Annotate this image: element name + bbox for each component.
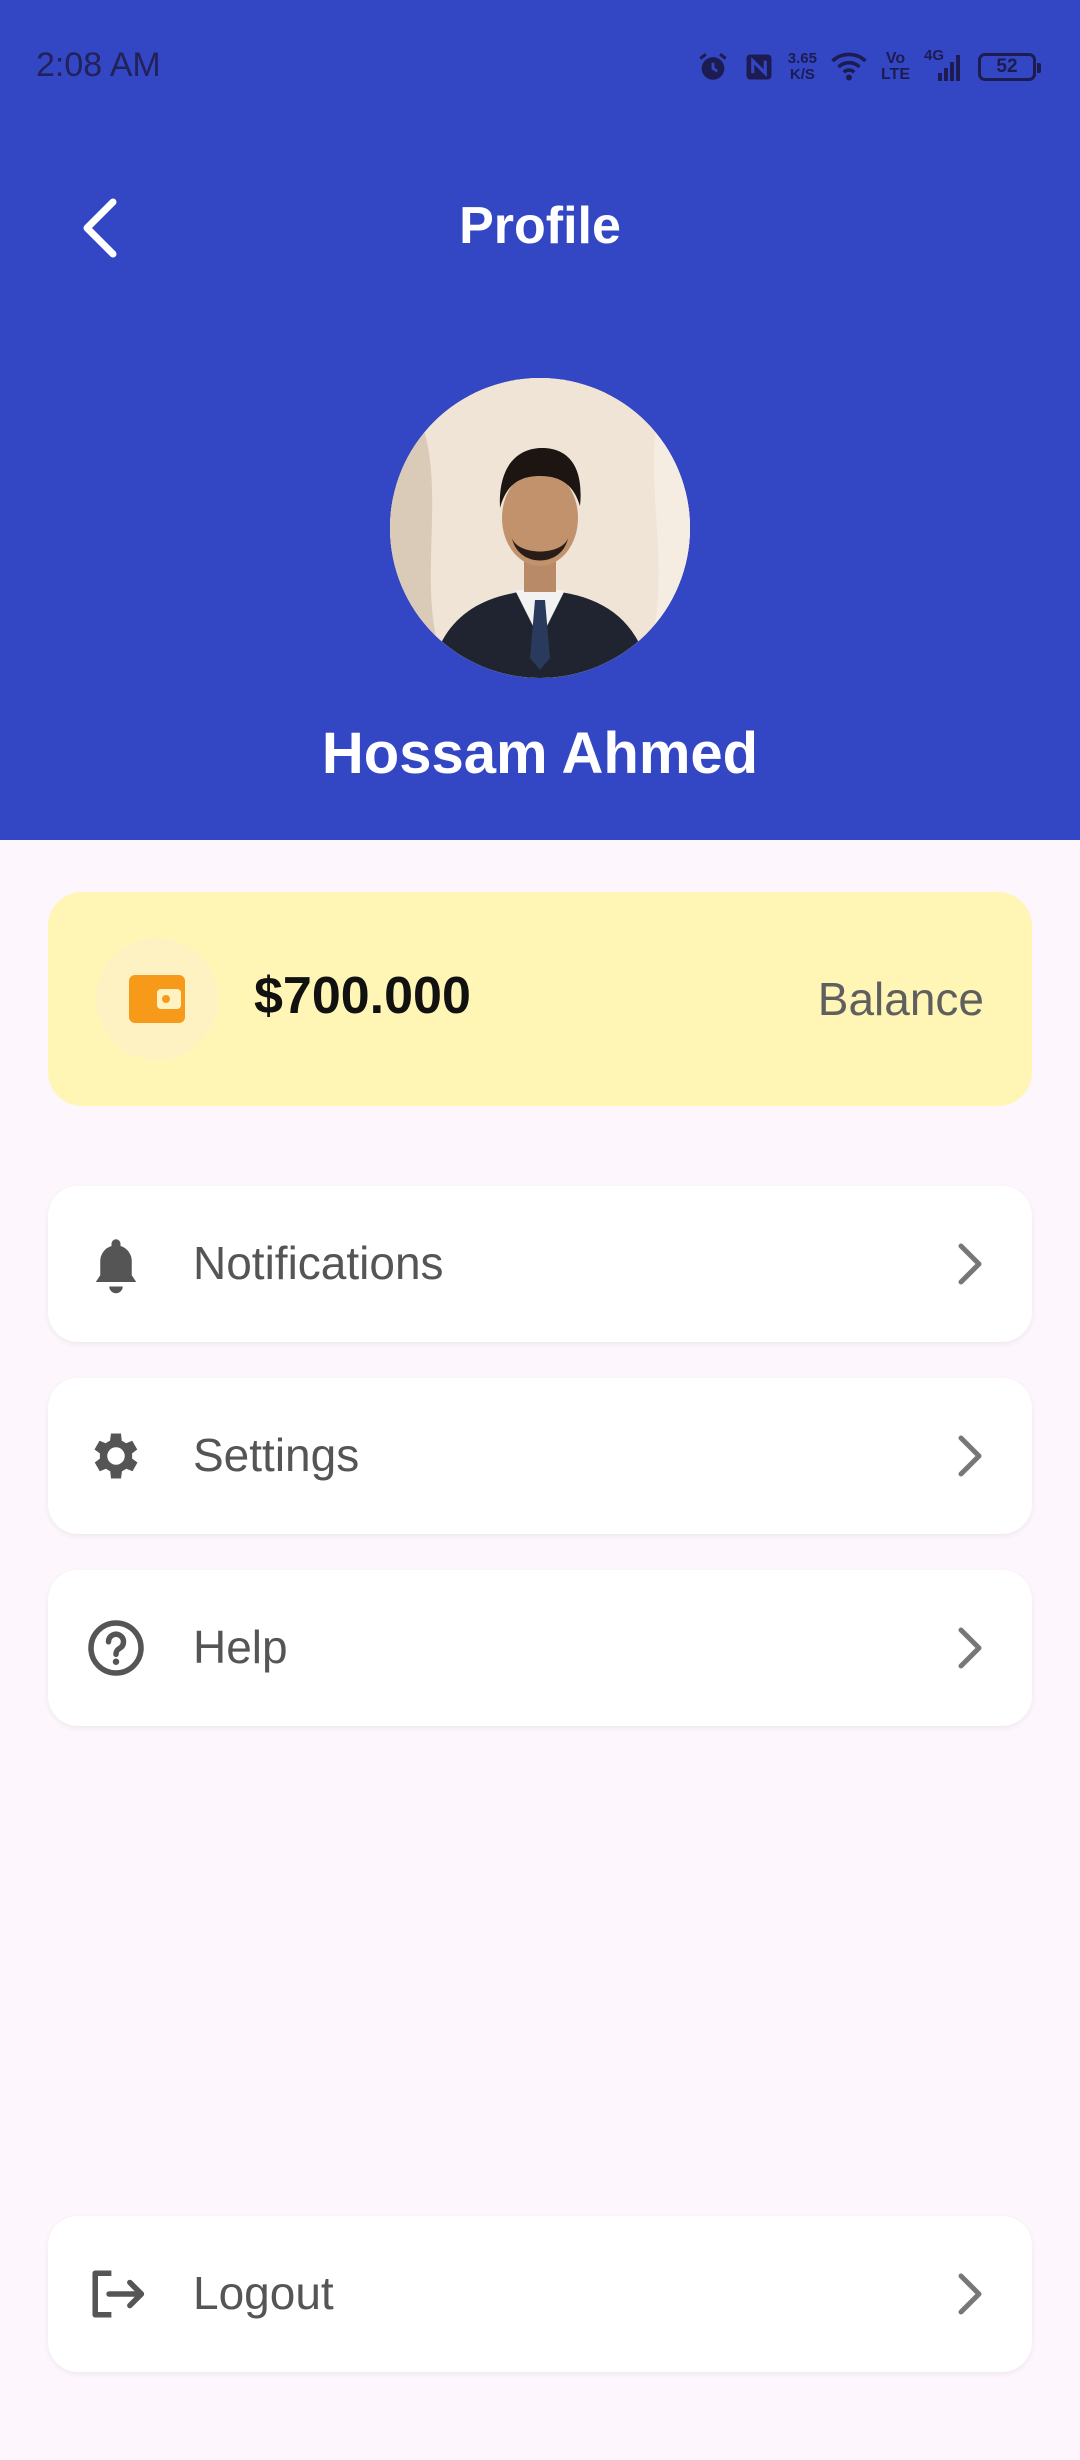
avatar[interactable]: [390, 378, 690, 678]
wallet-icon-circle: [96, 938, 218, 1060]
status-bar: 2:08 AM 3.65 K/S Vo LTE 4G 52: [0, 0, 1080, 135]
menu-item-help[interactable]: Help: [48, 1570, 1032, 1726]
nfc-icon: [744, 51, 774, 83]
menu-item-label: Help: [193, 1621, 288, 1673]
logout-label: Logout: [193, 2267, 334, 2319]
alarm-icon: [696, 50, 730, 84]
balance-amount: $700.000: [254, 967, 471, 1025]
net-speed: 3.65 K/S: [787, 50, 817, 83]
battery-icon: 52: [978, 53, 1041, 81]
wifi-icon: [831, 52, 867, 82]
balance-card[interactable]: $700.000 Balance: [48, 892, 1032, 1106]
chevron-right-icon: [944, 2268, 996, 2320]
wallet-icon: [129, 975, 185, 1023]
profile-header: 2:08 AM 3.65 K/S Vo LTE 4G 52 Profile Ho…: [0, 0, 1080, 840]
help-circle-icon: [86, 1618, 146, 1678]
status-icons: 3.65 K/S Vo LTE 4G 52: [696, 44, 1041, 90]
logout-button[interactable]: Logout: [48, 2216, 1032, 2372]
chevron-right-icon: [944, 1430, 996, 1482]
menu-item-label: Settings: [193, 1429, 360, 1481]
status-time: 2:08 AM: [36, 46, 161, 84]
bell-icon: [86, 1234, 146, 1294]
balance-label: Balance: [817, 973, 984, 1025]
menu-item-label: Notifications: [193, 1237, 444, 1289]
page-title: Profile: [459, 197, 621, 255]
user-name: Hossam Ahmed: [321, 721, 759, 786]
chevron-right-icon: [944, 1622, 996, 1674]
menu-item-settings[interactable]: Settings: [48, 1378, 1032, 1534]
menu-item-notifications[interactable]: Notifications: [48, 1186, 1032, 1342]
chevron-right-icon: [944, 1238, 996, 1290]
gear-icon: [86, 1426, 146, 1486]
signal-icon: 4G: [924, 47, 964, 83]
volte-indicator: Vo LTE: [880, 50, 910, 83]
logout-icon: [86, 2264, 146, 2324]
